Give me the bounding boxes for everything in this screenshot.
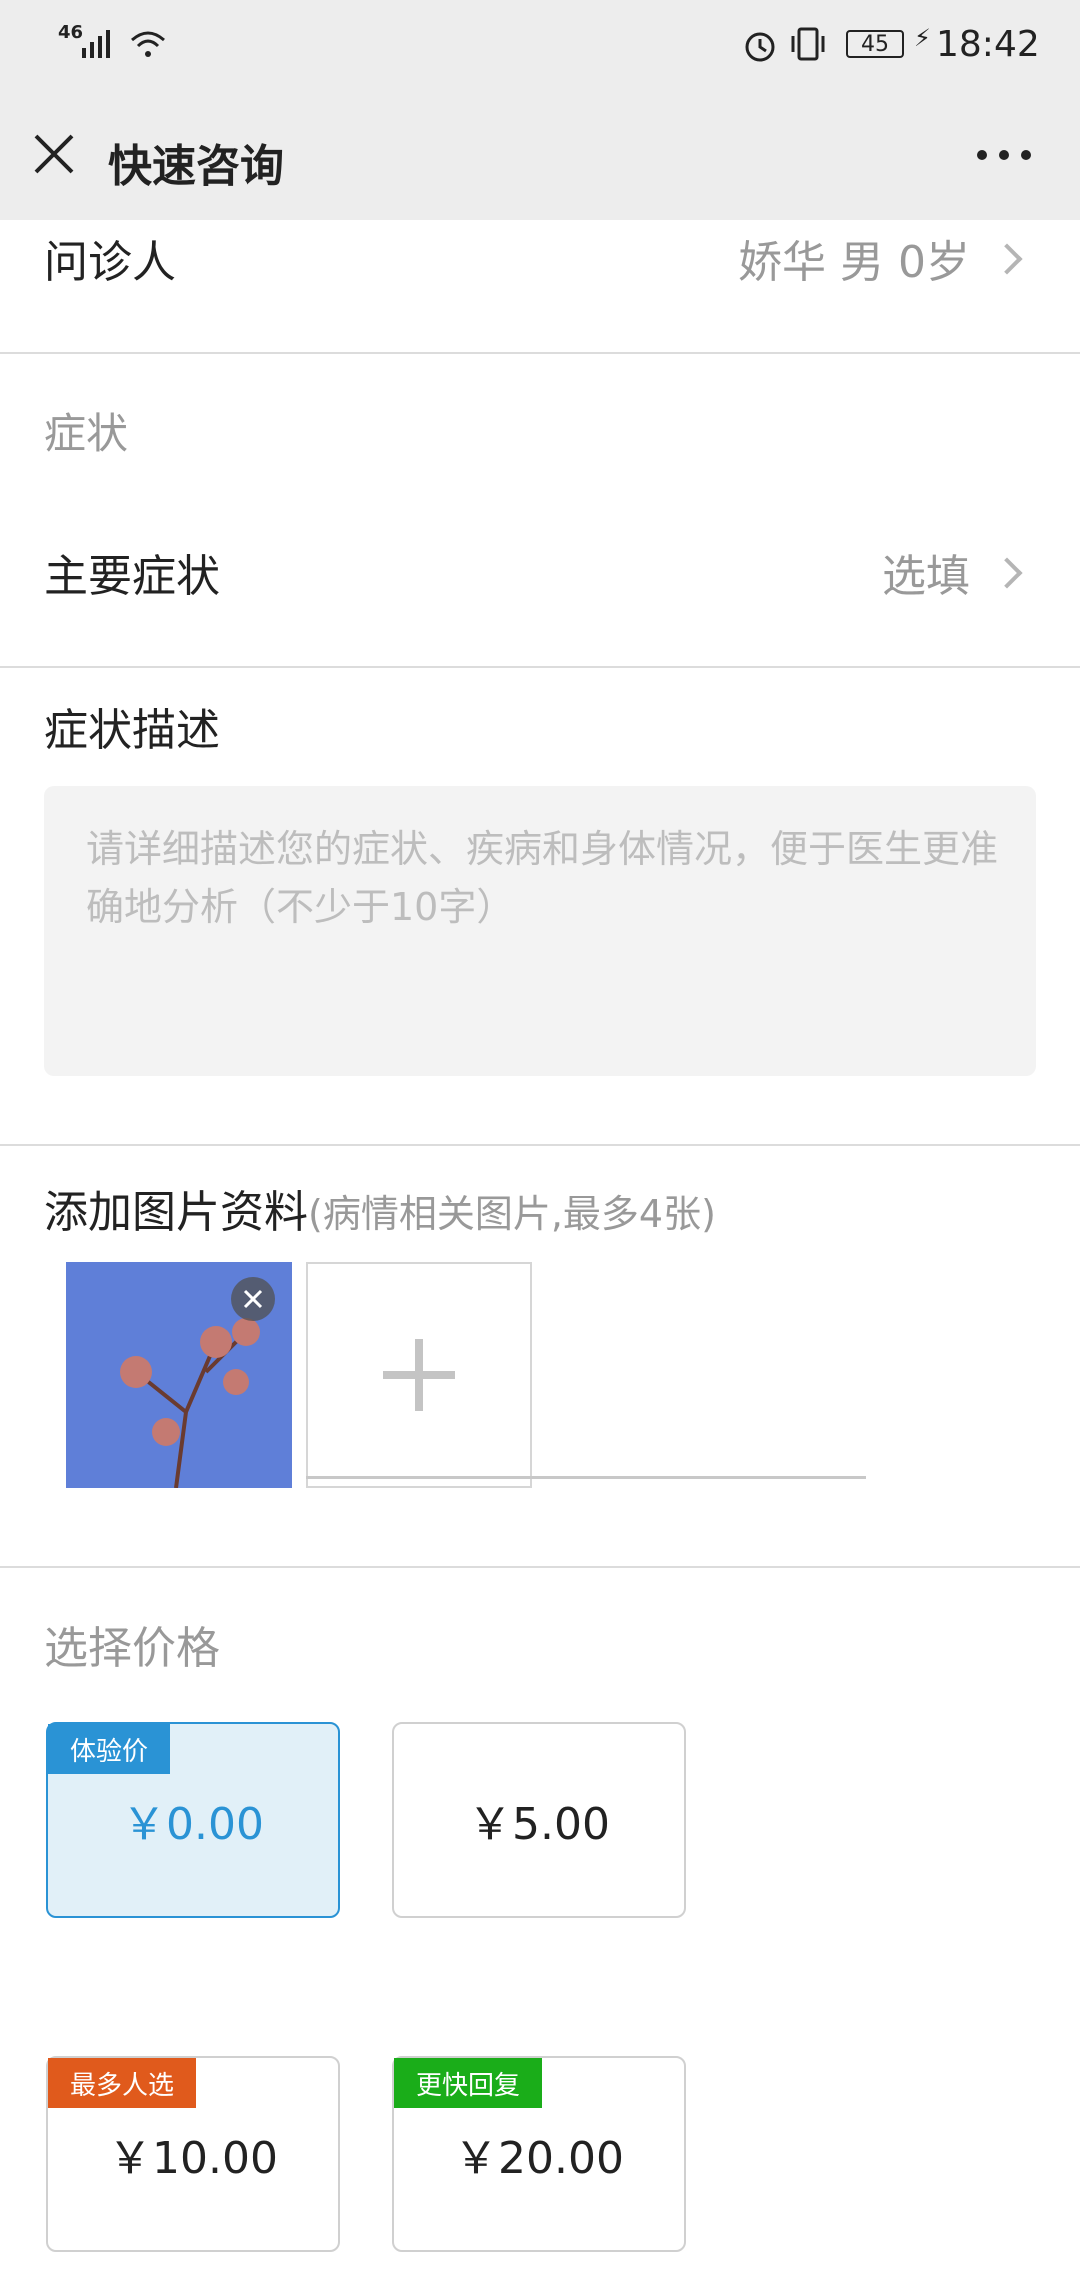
- main-symptom-row[interactable]: 主要症状 选填: [0, 520, 1080, 630]
- section-symptoms: 症状: [44, 409, 129, 458]
- add-photo-button[interactable]: [306, 1262, 532, 1488]
- symptom-desc-placeholder: 请详细描述您的症状、疾病和身体情况，便于医生更准确地分析（不少于10字）: [86, 827, 999, 929]
- close-icon[interactable]: [34, 134, 74, 174]
- price-option-1[interactable]: ￥5.00: [392, 1722, 686, 1918]
- price-option-0[interactable]: 体验价 ￥0.00: [46, 1722, 340, 1918]
- price-badge: 最多人选: [48, 2058, 197, 2108]
- symptom-desc-label: 症状描述: [44, 705, 220, 756]
- clock: 18:42: [936, 24, 1040, 65]
- signal-icon: [82, 30, 110, 58]
- battery-level: 45: [861, 31, 889, 57]
- price-option-2[interactable]: 最多人选 ￥10.00: [46, 2056, 340, 2252]
- price-badge: 更快回复: [394, 2058, 543, 2108]
- main-symptom-label: 主要症状: [44, 551, 220, 602]
- section-price: 选择价格: [44, 1623, 220, 1674]
- charging-icon: ⚡: [914, 24, 931, 52]
- battery-icon: 45: [846, 30, 904, 58]
- title-bar: 快速咨询: [0, 88, 1080, 220]
- remove-photo-icon[interactable]: [230, 1276, 276, 1322]
- uploaded-photo[interactable]: [66, 1262, 292, 1488]
- chevron-right-icon: [991, 557, 1023, 589]
- price-value: ￥5.00: [468, 1799, 610, 1850]
- status-bar: 46 45 ⚡ 18:42: [0, 0, 1080, 88]
- photos-label: 添加图片资料: [44, 1187, 308, 1238]
- vibrate-icon: [791, 27, 825, 61]
- main-symptom-value: 选填: [882, 551, 970, 602]
- price-value: ￥20.00: [454, 2133, 624, 2184]
- patient-label: 问诊人: [44, 237, 176, 288]
- photos-hint: (病情相关图片,最多4张): [308, 1192, 716, 1236]
- price-value: ￥0.00: [122, 1799, 264, 1850]
- patient-row[interactable]: 问诊人 娇华 男 0岁: [0, 220, 1080, 352]
- photos-header: 添加图片资料(病情相关图片,最多4张): [44, 1176, 716, 1240]
- page-title: 快速咨询: [108, 141, 284, 192]
- chevron-right-icon: [991, 243, 1023, 275]
- photo-scrollbar[interactable]: [306, 1476, 866, 1479]
- wifi-icon: [131, 31, 165, 57]
- plus-icon: [383, 1339, 455, 1411]
- price-value: ￥10.00: [108, 2133, 278, 2184]
- more-icon[interactable]: [974, 148, 1034, 162]
- price-badge: 体验价: [48, 1724, 171, 1774]
- patient-value: 娇华 男 0岁: [738, 237, 970, 288]
- alarm-icon: [745, 32, 775, 62]
- price-option-3[interactable]: 更快回复 ￥20.00: [392, 2056, 686, 2252]
- symptom-desc-textarea[interactable]: 请详细描述您的症状、疾病和身体情况，便于医生更准确地分析（不少于10字）: [44, 786, 1036, 1076]
